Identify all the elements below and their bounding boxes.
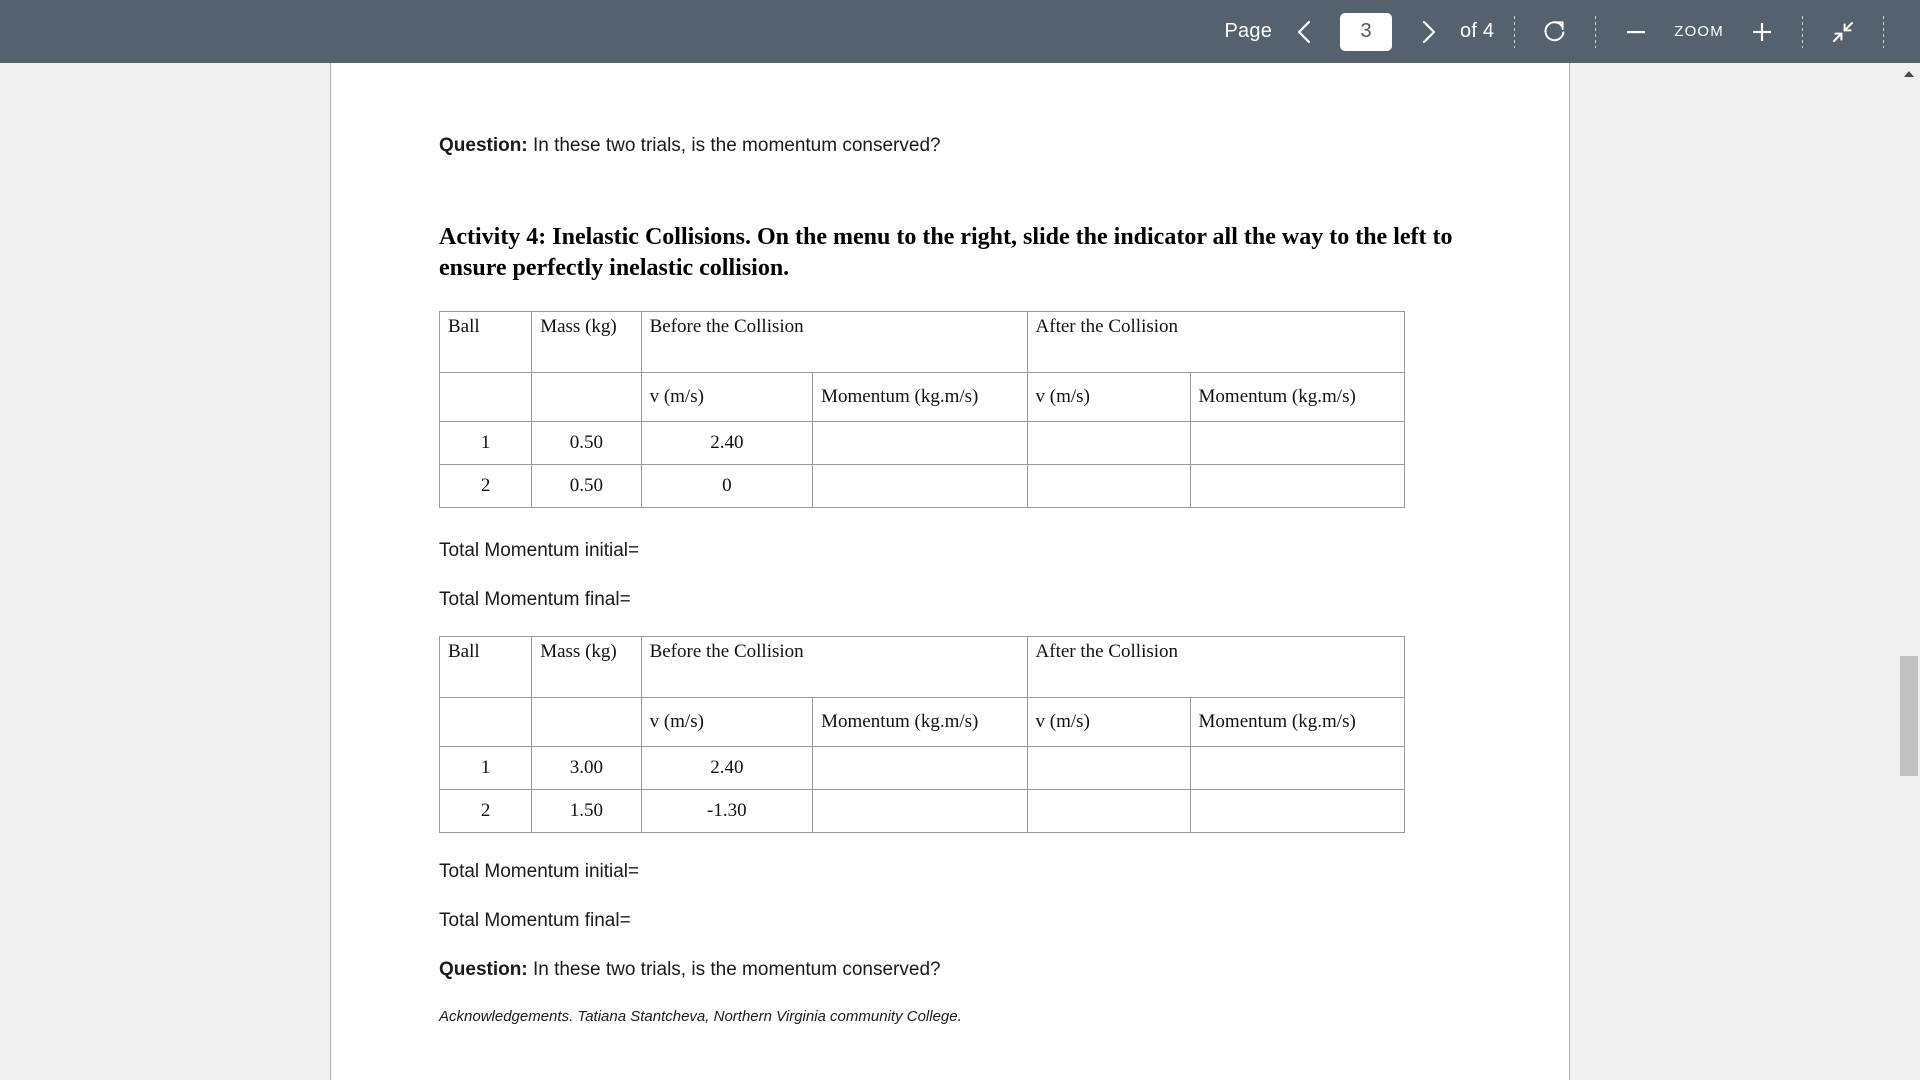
question-top: Question: In these two trials, is the mo… bbox=[439, 133, 1499, 160]
cell-v-after bbox=[1026, 746, 1191, 791]
cell-momentum-after bbox=[1189, 789, 1406, 834]
table-row: 2 0.50 0 bbox=[438, 464, 1406, 509]
toolbar-divider-3 bbox=[1802, 15, 1803, 48]
th-ball: Ball bbox=[438, 311, 533, 374]
zoom-in-button[interactable] bbox=[1740, 10, 1784, 54]
zoom-out-button[interactable] bbox=[1614, 10, 1658, 54]
th-ball: Ball bbox=[438, 636, 533, 699]
th-after: After the Collision bbox=[1026, 311, 1406, 374]
cell-v-after bbox=[1026, 464, 1191, 509]
minus-icon bbox=[1623, 19, 1649, 45]
question-bottom: Question: In these two trials, is the mo… bbox=[439, 957, 1499, 984]
th-mom-after: Momentum (kg.m/s) bbox=[1189, 697, 1406, 748]
rotate-group bbox=[1529, 0, 1581, 63]
th-blank-1 bbox=[438, 697, 533, 748]
cell-ball: 1 bbox=[438, 421, 533, 466]
cell-mass: 1.50 bbox=[531, 789, 642, 834]
th-v-after: v (m/s) bbox=[1026, 697, 1191, 748]
cell-mass: 0.50 bbox=[531, 421, 642, 466]
collision-table-2: Ball Mass (kg) Before the Collision Afte… bbox=[438, 636, 1406, 834]
question-top-text: In these two trials, is the momentum con… bbox=[527, 135, 941, 156]
total-momentum-initial-1: Total Momentum initial= bbox=[439, 540, 640, 562]
cell-momentum-before bbox=[812, 746, 1028, 791]
th-v-after: v (m/s) bbox=[1026, 372, 1191, 423]
previous-page-button[interactable] bbox=[1282, 10, 1326, 54]
total-momentum-final-1: Total Momentum final= bbox=[439, 589, 631, 611]
cell-v-after bbox=[1026, 789, 1191, 834]
cell-v-before: -1.30 bbox=[640, 789, 814, 834]
cell-v-before: 0 bbox=[640, 464, 814, 509]
pdf-viewer-canvas[interactable]: Question: In these two trials, is the mo… bbox=[0, 63, 1920, 1080]
table-row: 1 0.50 2.40 bbox=[438, 421, 1406, 466]
zoom-group: ZOOM bbox=[1610, 0, 1788, 63]
cell-ball: 2 bbox=[438, 789, 533, 834]
table-row: 1 3.00 2.40 bbox=[438, 746, 1406, 791]
table-header-row-1: Ball Mass (kg) Before the Collision Afte… bbox=[438, 311, 1406, 374]
th-mass: Mass (kg) bbox=[531, 311, 642, 374]
chevron-left-icon bbox=[1293, 18, 1315, 46]
cell-momentum-before bbox=[812, 464, 1028, 509]
question-bottom-prefix: Question: bbox=[439, 959, 528, 981]
toolbar-divider-2 bbox=[1595, 15, 1597, 48]
next-page-button[interactable] bbox=[1406, 10, 1450, 54]
cell-momentum-after bbox=[1189, 464, 1406, 509]
page-label: Page bbox=[1224, 20, 1273, 42]
collision-table-1: Ball Mass (kg) Before the Collision Afte… bbox=[438, 311, 1406, 509]
table-subheader-row-2: v (m/s) Momentum (kg.m/s) v (m/s) Moment… bbox=[438, 697, 1406, 748]
th-mom-after: Momentum (kg.m/s) bbox=[1189, 372, 1406, 423]
cell-ball: 1 bbox=[438, 746, 533, 791]
scroll-up-button[interactable] bbox=[1898, 63, 1920, 85]
cell-momentum-before bbox=[812, 789, 1028, 834]
collapse-fullscreen-icon bbox=[1830, 19, 1856, 45]
cell-ball: 2 bbox=[438, 464, 533, 509]
total-momentum-final-2: Total Momentum final= bbox=[439, 910, 631, 932]
cell-v-before: 2.40 bbox=[640, 421, 814, 466]
th-before: Before the Collision bbox=[640, 636, 1028, 699]
th-mom-before: Momentum (kg.m/s) bbox=[812, 697, 1028, 748]
acknowledgement-line: Acknowledgements. Tatiana Stantcheva, No… bbox=[439, 1008, 962, 1026]
question-top-prefix: Question: bbox=[439, 135, 528, 156]
cell-momentum-after bbox=[1189, 746, 1406, 791]
th-v-before: v (m/s) bbox=[640, 697, 814, 748]
activity-4-heading: Activity 4: Inelastic Collisions. On the… bbox=[439, 223, 1453, 281]
th-mass: Mass (kg) bbox=[531, 636, 642, 699]
zoom-label: ZOOM bbox=[1674, 23, 1724, 40]
question-bottom-text: In these two trials, is the momentum con… bbox=[527, 959, 941, 981]
cell-mass: 3.00 bbox=[531, 746, 642, 791]
triangle-up-icon bbox=[1903, 65, 1915, 83]
table-header-row-2: Ball Mass (kg) Before the Collision Afte… bbox=[438, 636, 1406, 699]
th-before: Before the Collision bbox=[640, 311, 1028, 374]
page-total-label: of 4 bbox=[1460, 20, 1495, 42]
cell-momentum-after bbox=[1189, 421, 1406, 466]
fit-group bbox=[1817, 0, 1869, 63]
total-momentum-initial-2: Total Momentum initial= bbox=[439, 861, 640, 883]
th-blank-1 bbox=[438, 372, 533, 423]
th-blank-2 bbox=[531, 372, 642, 423]
th-v-before: v (m/s) bbox=[640, 372, 814, 423]
th-blank-2 bbox=[531, 697, 642, 748]
page-content: Question: In these two trials, is the mo… bbox=[438, 63, 1499, 1026]
cell-v-after bbox=[1026, 421, 1191, 466]
page-number-input[interactable] bbox=[1340, 12, 1393, 51]
cell-mass: 0.50 bbox=[531, 464, 642, 509]
plus-icon bbox=[1749, 19, 1775, 45]
cell-v-before: 2.40 bbox=[640, 746, 814, 791]
scrollbar-thumb[interactable] bbox=[1900, 656, 1918, 776]
th-after: After the Collision bbox=[1026, 636, 1406, 699]
chevron-right-icon bbox=[1417, 18, 1439, 46]
cell-momentum-before bbox=[812, 421, 1028, 466]
page-navigation-group: Page of 4 bbox=[1219, 0, 1501, 63]
table-subheader-row-1: v (m/s) Momentum (kg.m/s) v (m/s) Moment… bbox=[438, 372, 1406, 423]
th-mom-before: Momentum (kg.m/s) bbox=[812, 372, 1028, 423]
toolbar-divider-4 bbox=[1883, 15, 1884, 48]
rotate-icon bbox=[1541, 18, 1569, 46]
table-row: 2 1.50 -1.30 bbox=[438, 789, 1406, 834]
pdf-page-3: Question: In these two trials, is the mo… bbox=[330, 63, 1570, 1080]
toolbar-divider-1 bbox=[1514, 15, 1516, 48]
rotate-button[interactable] bbox=[1533, 10, 1577, 54]
vertical-scrollbar[interactable] bbox=[1898, 63, 1920, 1080]
pdf-viewer-toolbar: Page of 4 bbox=[0, 0, 1920, 63]
exit-fullscreen-button[interactable] bbox=[1821, 10, 1865, 54]
